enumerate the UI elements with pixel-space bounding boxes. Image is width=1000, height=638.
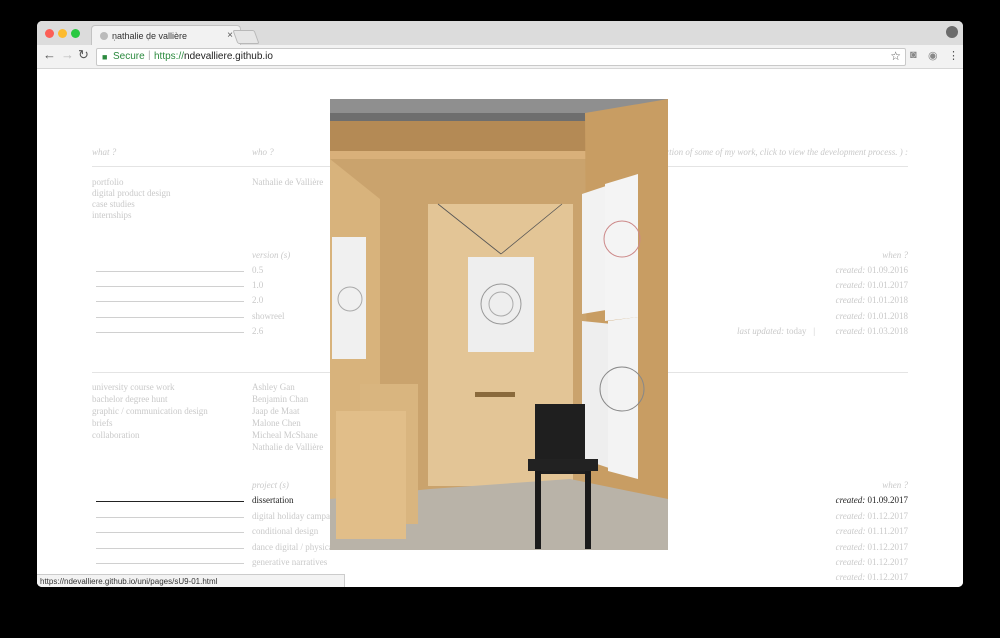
row-rule	[96, 317, 244, 318]
page-content: what ? who ? ( a selection of some of my…	[37, 69, 963, 587]
version-date: created: 01.09.2016	[835, 265, 908, 275]
wooden-booth-photo	[330, 99, 668, 550]
person-name: Nathalie de Vallière	[252, 442, 324, 452]
row-rule	[96, 271, 244, 272]
when-header: when ?	[882, 250, 908, 260]
when-header: when ?	[882, 480, 908, 490]
close-window-icon[interactable]	[45, 29, 54, 38]
project-date: created: 01.12.2017	[835, 511, 908, 521]
tab-strip: ṇathalie ḍe vallière ×	[37, 21, 963, 46]
reload-icon[interactable]: ↻	[78, 47, 89, 63]
tab-title: ṇathalie ḍe vallière	[112, 31, 188, 41]
url-text[interactable]: https://ndevalliere.github.io	[154, 51, 273, 62]
project-date: created: 01.12.2017	[835, 557, 908, 567]
selection-note: ( a selection of some of my work, click …	[639, 147, 908, 157]
person-name: Micheal McShane	[252, 430, 318, 440]
context-item: graphic / communication design	[92, 406, 208, 416]
version-date: created: 01.01.2017	[835, 280, 908, 290]
who-header: who ?	[252, 147, 274, 157]
row-rule	[96, 563, 244, 564]
version-link[interactable]: 2.0	[252, 295, 263, 305]
last-updated: last updated: today |	[736, 326, 815, 336]
what-header: what ?	[92, 147, 117, 157]
version-link[interactable]: 0.5	[252, 265, 263, 275]
project-link[interactable]: conditional design	[252, 526, 318, 536]
version-header: version (s)	[252, 250, 291, 260]
project-date: created: 01.12.2017	[835, 542, 908, 552]
extension-icon[interactable]: ◉	[928, 49, 938, 62]
version-link[interactable]: showreel	[252, 311, 285, 321]
favicon-icon	[100, 32, 108, 40]
project-header: project (s)	[252, 480, 289, 490]
project-link-active[interactable]: dissertation	[252, 495, 294, 505]
version-date: created: 01.01.2018	[835, 311, 908, 321]
project-link[interactable]: digital holiday campaign	[252, 511, 341, 521]
what-item: portfolio	[92, 177, 124, 187]
version-date: created: 01.03.2018	[835, 326, 908, 336]
omnibox-separator: |	[148, 50, 151, 61]
star-icon[interactable]: ☆	[890, 49, 901, 63]
address-bar[interactable]: ■ Secure | https://ndevalliere.github.io…	[96, 48, 906, 66]
project-date: created: 01.11.2017	[835, 526, 908, 536]
context-item: collaboration	[92, 430, 140, 440]
secure-label: Secure	[113, 51, 145, 62]
row-rule	[96, 532, 244, 533]
project-link[interactable]: generative narratives	[252, 557, 327, 567]
row-rule	[96, 301, 244, 302]
version-date: created: 01.01.2018	[835, 295, 908, 305]
account-icon[interactable]	[946, 26, 958, 38]
back-arrow-icon[interactable]: ←	[43, 47, 56, 62]
browser-tab[interactable]: ṇathalie ḍe vallière ×	[91, 25, 241, 46]
row-rule	[96, 548, 244, 549]
row-rule	[96, 517, 244, 518]
project-date: created: 01.12.2017	[835, 572, 908, 582]
menu-icon[interactable]: ⋮	[948, 49, 959, 62]
what-item: internships	[92, 210, 132, 220]
what-item: case studies	[92, 199, 135, 209]
row-rule	[96, 332, 244, 333]
project-link[interactable]: dance digital / physical	[252, 542, 335, 552]
maximize-window-icon[interactable]	[71, 29, 80, 38]
browser-toolbar: ← → ↻ ■ Secure | https://ndevalliere.git…	[37, 45, 963, 69]
row-rule	[96, 286, 244, 287]
person-name: Jaap de Maat	[252, 406, 300, 416]
browser-window: ṇathalie ḍe vallière × ← → ↻ ■ Secure | …	[37, 21, 963, 587]
version-link[interactable]: 1.0	[252, 280, 263, 290]
who-name: Nathalie de Vallière	[252, 177, 324, 187]
lock-icon: ■	[102, 52, 108, 62]
minimize-window-icon[interactable]	[58, 29, 67, 38]
status-bar-url: https://ndevalliere.github.io/uni/pages/…	[37, 574, 345, 587]
context-item: bachelor degree hunt	[92, 394, 168, 404]
person-name: Ashley Gan	[252, 382, 295, 392]
version-link[interactable]: 2.6	[252, 326, 263, 336]
project-date: created: 01.09.2017	[835, 495, 908, 505]
context-item: university course work	[92, 382, 175, 392]
what-item: digital product design	[92, 188, 171, 198]
person-name: Benjamin Chan	[252, 394, 309, 404]
row-rule-active	[96, 501, 244, 502]
camera-icon[interactable]: ◙	[910, 49, 917, 61]
forward-arrow-icon[interactable]: →	[61, 47, 74, 62]
person-name: Malone Chen	[252, 418, 301, 428]
new-tab-button[interactable]	[232, 30, 260, 44]
context-item: briefs	[92, 418, 113, 428]
